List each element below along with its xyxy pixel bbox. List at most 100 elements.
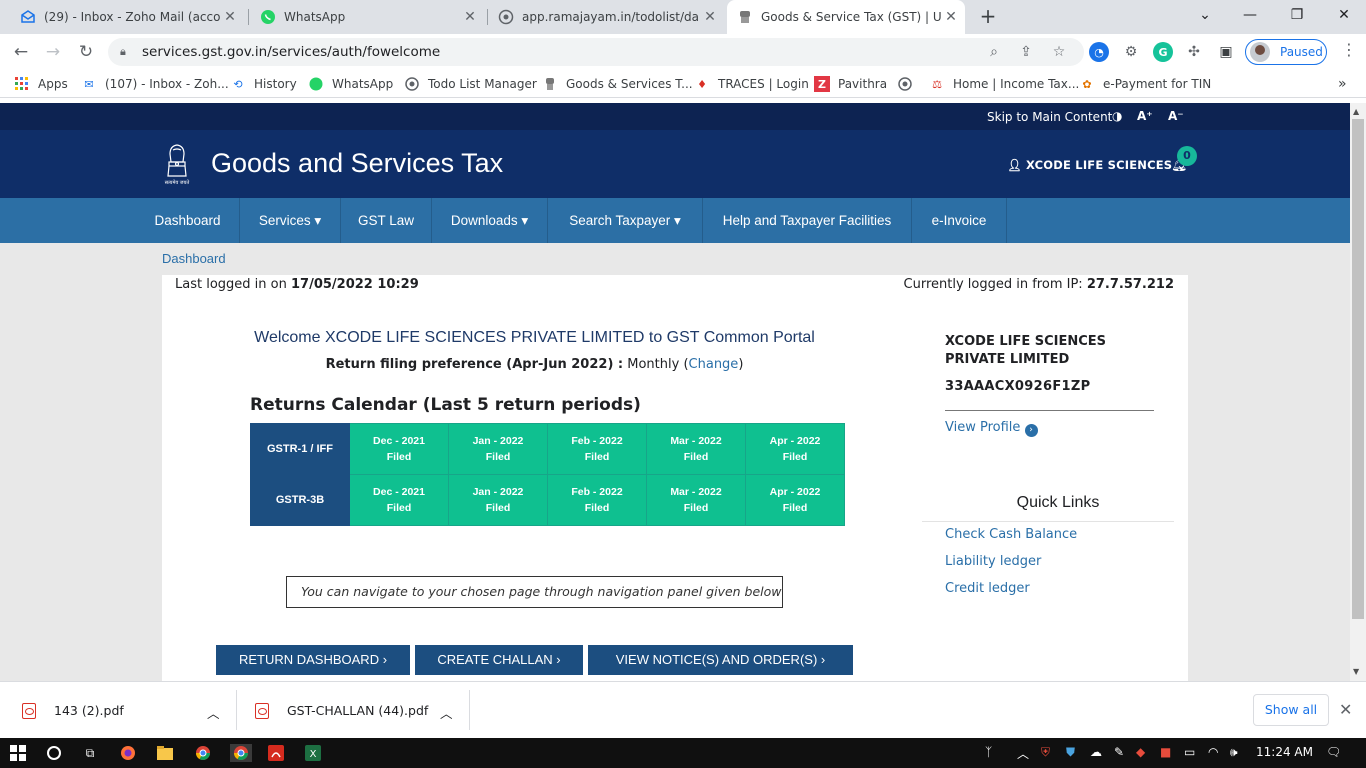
chrome-icon[interactable] xyxy=(193,744,213,762)
quick-link-cash-balance[interactable]: Check Cash Balance xyxy=(945,527,1077,542)
scroll-up-icon[interactable]: ▲ xyxy=(1353,107,1359,116)
address-bar[interactable]: 🔒︎ services.gst.gov.in/services/auth/fow… xyxy=(108,38,1084,66)
scroll-down-icon[interactable]: ▼ xyxy=(1353,667,1359,676)
bookmark-pavithra[interactable]: Z Pavithra xyxy=(814,76,887,92)
calendar-cell[interactable]: Feb - 2022 Filed xyxy=(547,474,647,526)
return-dashboard-button[interactable]: RETURN DASHBOARD › xyxy=(216,645,410,675)
contrast-icon[interactable]: ◑ xyxy=(1112,109,1122,123)
tab-gst[interactable]: Goods & Service Tax (GST) | User ✕ xyxy=(727,0,965,34)
show-all-downloads-button[interactable]: Show all xyxy=(1253,694,1329,726)
user-menu[interactable]: 👤︎ XCODE LIFE SCIENCES ⌄ xyxy=(1007,158,1186,172)
tab-todolist[interactable]: app.ramajayam.in/todolist/dailyw ✕ xyxy=(478,0,728,34)
clock[interactable]: 11:24 AM xyxy=(1256,745,1313,759)
create-challan-button[interactable]: CREATE CHALLAN › xyxy=(415,645,583,675)
notifications-icon[interactable]: 🗨︎ xyxy=(1326,745,1341,759)
bookmark-apps[interactable]: Apps xyxy=(14,76,68,92)
antivirus-icon[interactable]: ⛨ xyxy=(1041,745,1050,760)
profile-paused-button[interactable]: Paused xyxy=(1245,39,1327,65)
acrobat-icon[interactable] xyxy=(266,744,286,762)
scroll-thumb[interactable] xyxy=(1352,119,1364,619)
view-profile-link[interactable]: View Profile › xyxy=(945,420,1038,437)
bookmark-zoho-inbox[interactable]: ✉ (107) - Inbox - Zoh... xyxy=(81,76,228,92)
calendar-cell[interactable]: Jan - 2022 Filed xyxy=(448,423,548,475)
bookmark-whatsapp[interactable]: WhatsApp xyxy=(308,76,393,92)
bookmark-traces[interactable]: ♦ TRACES | Login xyxy=(694,76,809,92)
people-icon[interactable]: ᛉ xyxy=(985,745,992,759)
close-shelf-icon[interactable]: ✕ xyxy=(1339,700,1352,719)
bookmark-globe[interactable] xyxy=(897,76,921,92)
browser-menu-icon[interactable]: ⋮ xyxy=(1341,40,1357,59)
nav-help[interactable]: Help and Taxpayer Facilities xyxy=(703,198,911,243)
chrome-active-icon[interactable] xyxy=(230,744,252,762)
zoom-icon[interactable]: ⌕ xyxy=(984,42,1004,62)
calendar-cell[interactable]: Feb - 2022 Filed xyxy=(547,423,647,475)
chevron-up-icon[interactable]: ︿ xyxy=(440,703,453,722)
skip-to-main-link[interactable]: Skip to Main Content xyxy=(987,110,1112,124)
wifi-icon[interactable]: ◠ xyxy=(1208,745,1218,759)
page-scrollbar[interactable]: ▲ ▼ xyxy=(1350,103,1366,681)
volume-icon[interactable]: 🕪︎ xyxy=(1230,745,1238,760)
nav-downloads[interactable]: Downloads ▾ xyxy=(432,198,547,243)
download-item[interactable]: GST-CHALLAN (44).pdf xyxy=(255,682,428,739)
close-tab-icon[interactable]: ✕ xyxy=(460,9,480,25)
close-tab-icon[interactable]: ✕ xyxy=(941,9,961,25)
restore-icon[interactable]: ❐ xyxy=(1285,4,1309,26)
quick-link-credit-ledger[interactable]: Credit ledger xyxy=(945,581,1030,596)
nav-gst-law[interactable]: GST Law xyxy=(341,198,431,243)
file-explorer-icon[interactable] xyxy=(155,744,175,762)
more-bookmarks-button[interactable]: » xyxy=(1338,76,1347,92)
calendar-cell[interactable]: Mar - 2022 Filed xyxy=(646,474,746,526)
bookmark-epayment[interactable]: ✿ e-Payment for TIN xyxy=(1079,76,1211,92)
breadcrumb[interactable]: Dashboard xyxy=(162,251,226,266)
font-decrease-button[interactable]: A⁻ xyxy=(1168,109,1184,123)
back-icon[interactable]: ← xyxy=(9,40,33,64)
calendar-cell[interactable]: Jan - 2022 Filed xyxy=(448,474,548,526)
cloud-icon[interactable]: ☁ xyxy=(1090,745,1102,759)
close-tab-icon[interactable]: ✕ xyxy=(700,9,720,25)
calendar-cell[interactable]: Dec - 2021 Filed xyxy=(349,423,449,475)
grammarly-icon[interactable]: G xyxy=(1153,42,1173,62)
forward-icon[interactable]: → xyxy=(41,40,65,64)
nav-dashboard[interactable]: Dashboard xyxy=(136,198,239,243)
bookmark-star-icon[interactable]: ☆ xyxy=(1049,42,1069,62)
tab-zoho-mail[interactable]: (29) - Inbox - Zoho Mail (account ✕ xyxy=(0,0,248,34)
new-tab-button[interactable]: + xyxy=(977,6,999,28)
quick-link-liability-ledger[interactable]: Liability ledger xyxy=(945,554,1041,569)
calendar-cell[interactable]: Apr - 2022 Filed xyxy=(745,474,845,526)
task-view-icon[interactable]: ⧉ xyxy=(80,744,100,762)
search-icon[interactable] xyxy=(44,744,64,762)
reload-icon[interactable]: ↻ xyxy=(74,40,98,64)
download-item[interactable]: 143 (2).pdf xyxy=(22,682,124,739)
battery-icon[interactable]: ▭ xyxy=(1184,745,1195,759)
view-notices-button[interactable]: VIEW NOTICE(S) AND ORDER(S) › xyxy=(588,645,853,675)
tab-whatsapp[interactable]: WhatsApp ✕ xyxy=(240,0,488,34)
side-panel-icon[interactable]: ▣ xyxy=(1216,42,1236,62)
calendar-cell[interactable]: Mar - 2022 Filed xyxy=(646,423,746,475)
bookmark-income-tax[interactable]: ⚖ Home | Income Tax... xyxy=(929,76,1079,92)
bookmark-gst[interactable]: Goods & Services T... xyxy=(542,76,693,92)
excel-icon[interactable]: X xyxy=(303,744,323,762)
firefox-icon[interactable] xyxy=(118,744,138,762)
nav-search-taxpayer[interactable]: Search Taxpayer ▾ xyxy=(548,198,702,243)
tray-app-icon[interactable]: ✎ xyxy=(1114,745,1124,759)
nav-services[interactable]: Services ▾ xyxy=(240,198,340,243)
close-tab-icon[interactable]: ✕ xyxy=(220,9,240,25)
tray-red-icon[interactable]: ◆ xyxy=(1136,745,1145,759)
windows-start-icon[interactable] xyxy=(8,744,28,762)
extension-gear-icon[interactable]: ⚙ xyxy=(1121,42,1141,62)
calendar-cell[interactable]: Dec - 2021 Filed xyxy=(349,474,449,526)
share-icon[interactable]: ⇪ xyxy=(1016,42,1036,62)
vpn-icon[interactable]: ⛊ xyxy=(1066,745,1075,760)
minimize-icon[interactable]: — xyxy=(1238,4,1262,26)
nav-e-invoice[interactable]: e-Invoice xyxy=(912,198,1006,243)
show-hidden-icons[interactable]: ︿ xyxy=(1017,745,1029,762)
change-preference-link[interactable]: Change xyxy=(689,357,739,372)
chevron-up-icon[interactable]: ︿ xyxy=(207,703,220,722)
extensions-puzzle-icon[interactable]: ✣ xyxy=(1184,42,1204,62)
bookmark-history[interactable]: ⟲ History xyxy=(230,76,296,92)
bookmark-todo[interactable]: Todo List Manager xyxy=(404,76,537,92)
notification-badge[interactable]: 0 xyxy=(1177,146,1197,166)
close-window-icon[interactable]: ✕ xyxy=(1332,4,1356,26)
font-increase-button[interactable]: A⁺ xyxy=(1137,109,1153,123)
calendar-cell[interactable]: Apr - 2022 Filed xyxy=(745,423,845,475)
